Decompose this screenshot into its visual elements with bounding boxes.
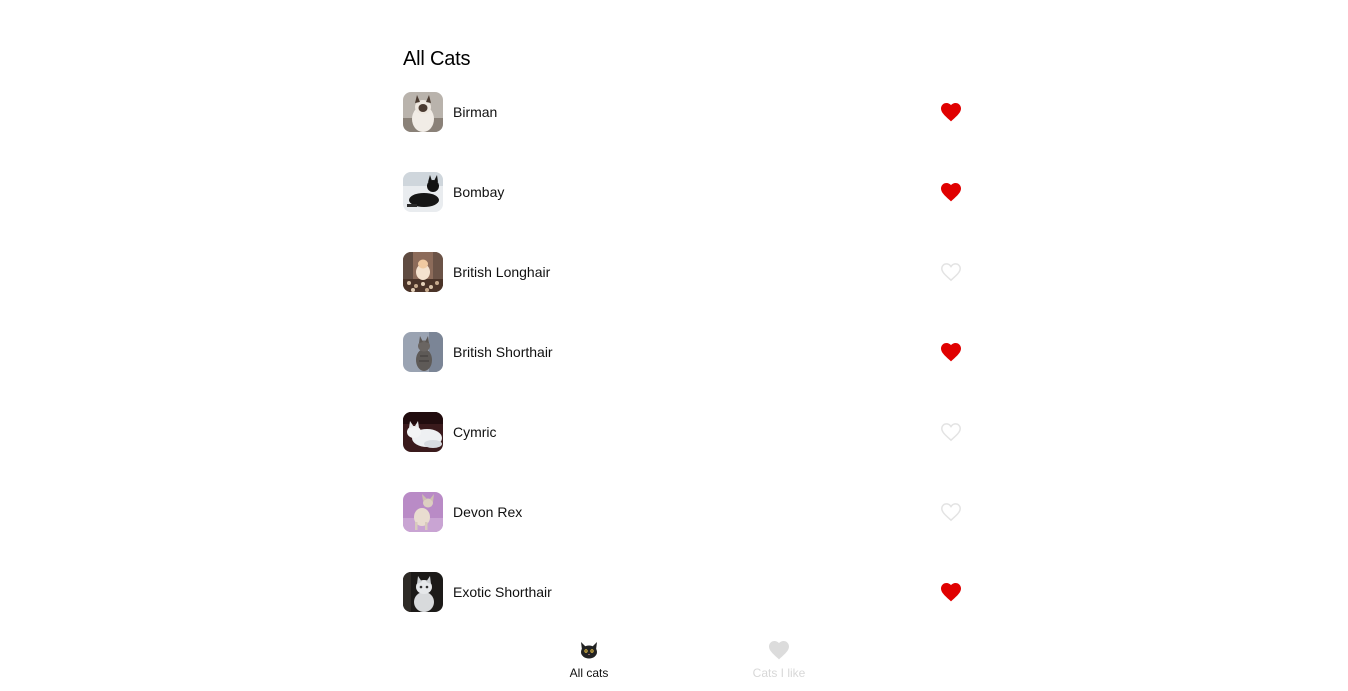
tab-label: Cats I like [752, 666, 806, 680]
list-item[interactable]: British Longhair [403, 252, 963, 292]
heart-icon [766, 636, 792, 664]
cat-thumbnail [403, 412, 443, 452]
list-item[interactable]: Devon Rex [403, 492, 963, 532]
heart-outline-icon[interactable] [939, 420, 963, 444]
cat-thumbnail [403, 332, 443, 372]
cat-name: British Shorthair [453, 344, 553, 360]
cat-thumbnail [403, 252, 443, 292]
bottom-tab-bar: All cats Cats I like [494, 628, 874, 691]
list-item[interactable]: Exotic Shorthair [403, 572, 963, 612]
heart-outline-icon[interactable] [939, 500, 963, 524]
tab-all-cats[interactable]: All cats [494, 628, 684, 691]
heart-icon[interactable] [939, 580, 963, 604]
list-item[interactable]: British Shorthair [403, 332, 963, 372]
cat-thumbnail [403, 492, 443, 532]
page: All Cats Birman Bombay British Longhair … [0, 0, 1348, 691]
cat-name: Exotic Shorthair [453, 584, 552, 600]
cat-list: Birman Bombay British Longhair British S… [403, 92, 963, 652]
cat-thumbnail [403, 92, 443, 132]
cat-thumbnail [403, 172, 443, 212]
page-title: All Cats [403, 48, 471, 70]
heart-outline-icon[interactable] [939, 260, 963, 284]
cat-name: Devon Rex [453, 504, 523, 520]
tab-label: All cats [569, 666, 609, 680]
heart-icon[interactable] [939, 340, 963, 364]
cat-name: Bombay [453, 184, 505, 200]
cat-name: Birman [453, 104, 498, 120]
heart-icon[interactable] [939, 100, 963, 124]
cat-name: British Longhair [453, 264, 551, 280]
cat-name: Cymric [453, 424, 497, 440]
heart-icon[interactable] [939, 180, 963, 204]
cat-thumbnail [403, 572, 443, 612]
list-item[interactable]: Cymric [403, 412, 963, 452]
tab-cats-i-like[interactable]: Cats I like [684, 628, 874, 691]
list-item[interactable]: Birman [403, 92, 963, 132]
list-item[interactable]: Bombay [403, 172, 963, 212]
cat-face-icon [579, 636, 599, 664]
